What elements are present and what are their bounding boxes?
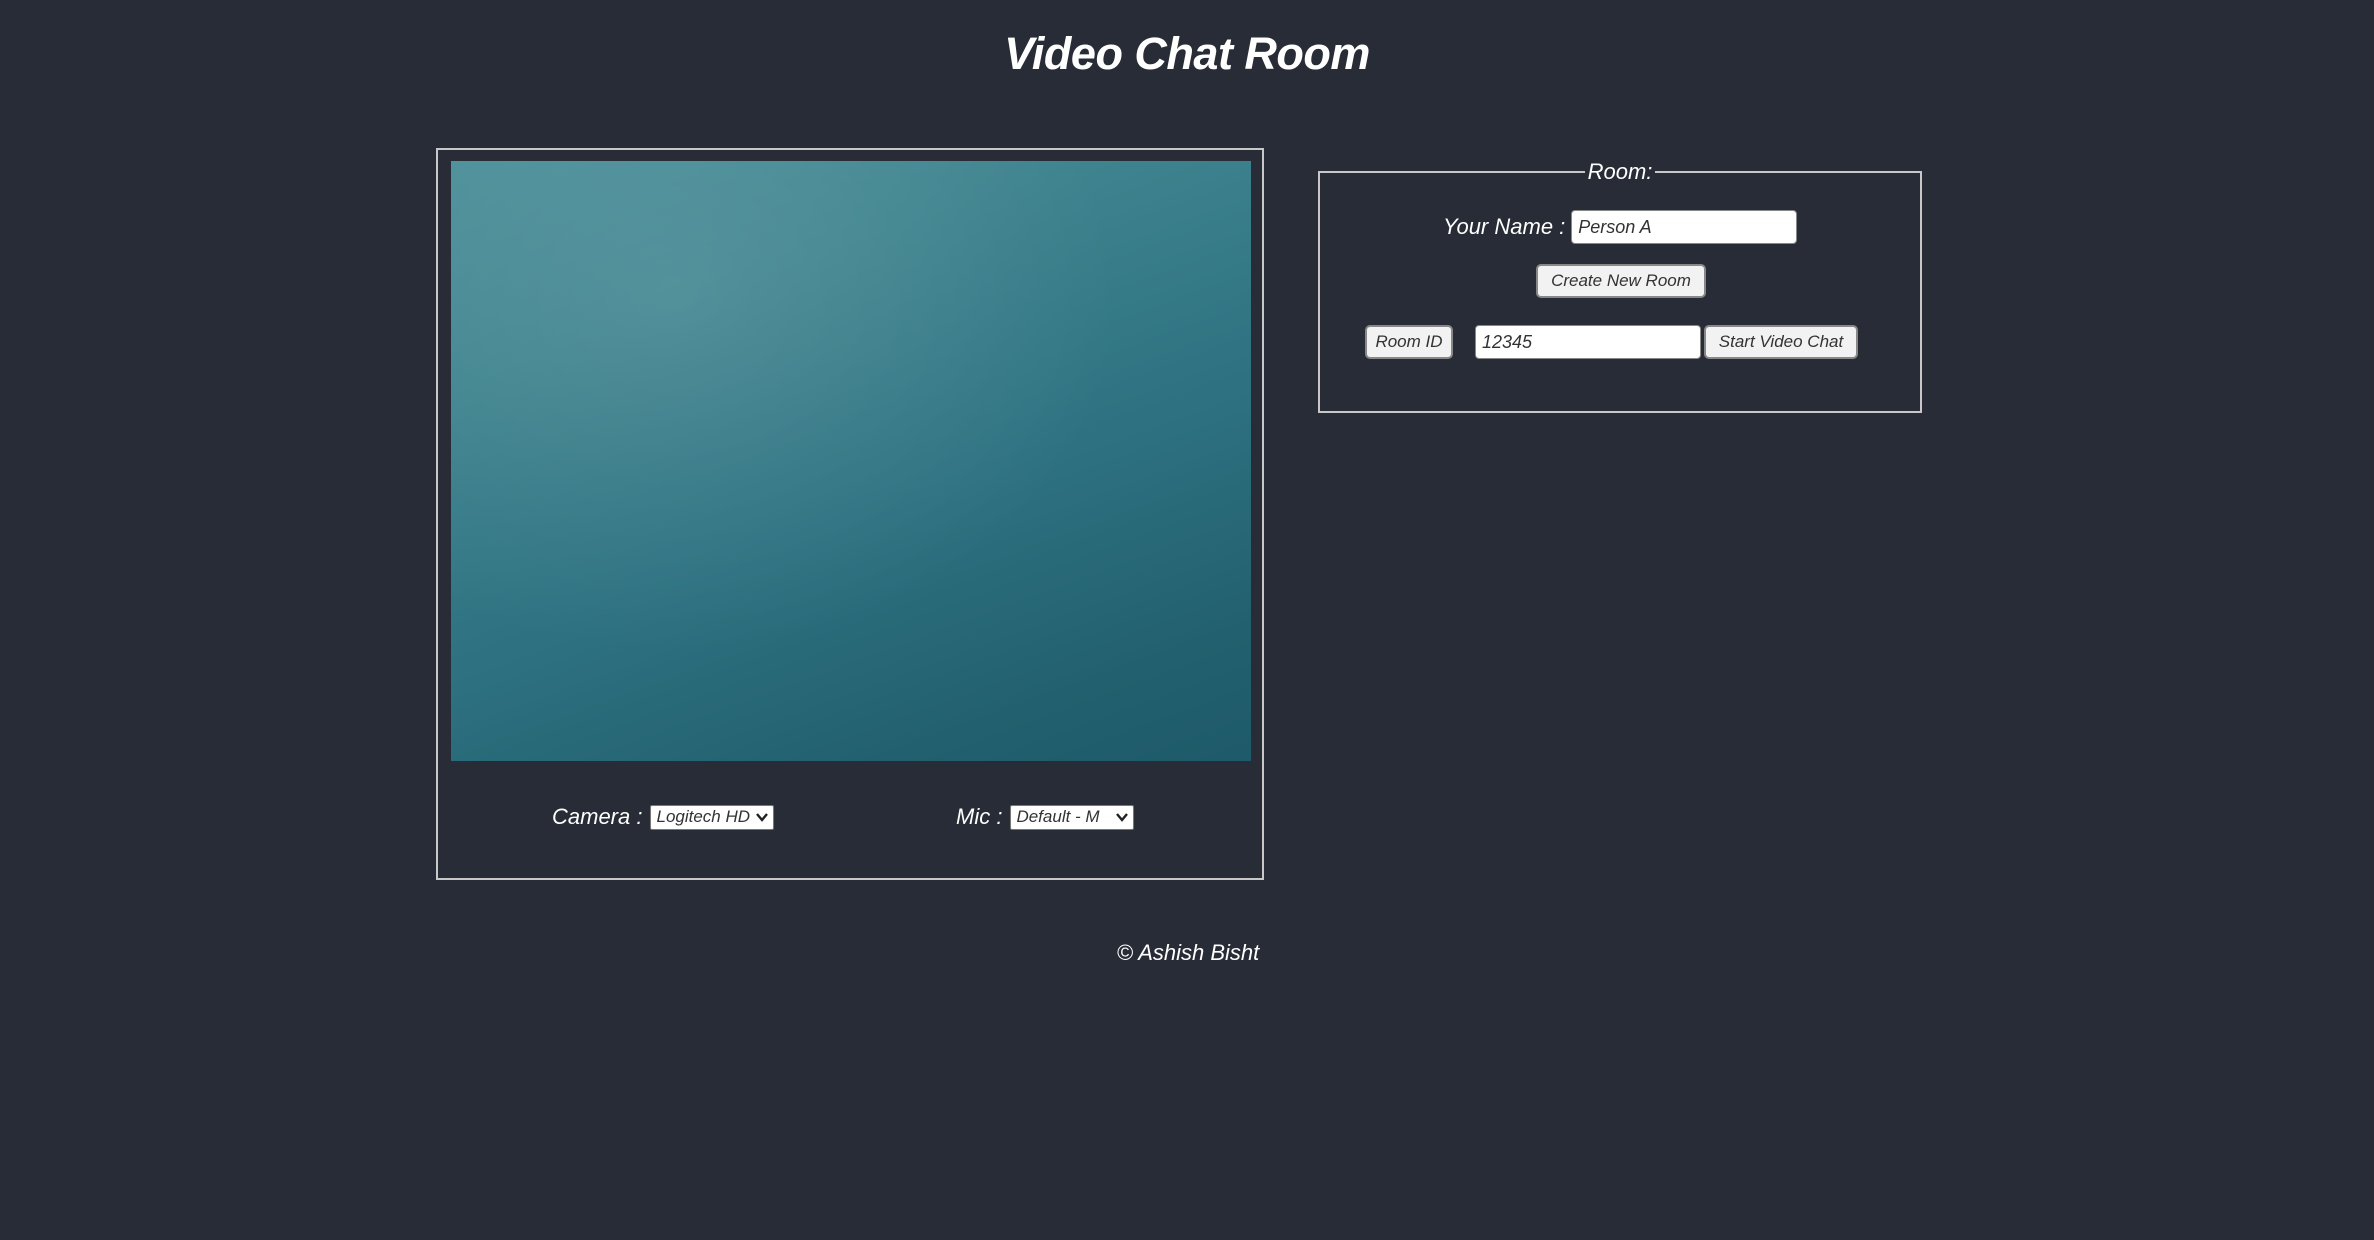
- room-panel: Room: Your Name : Person A Create New Ro…: [1318, 159, 1922, 413]
- name-label: Your Name :: [1443, 214, 1566, 239]
- footer-copyright: © Ashish Bisht: [1116, 940, 1260, 965]
- video-feed: [451, 161, 1251, 761]
- mic-row: Mic : Default - M: [956, 804, 1135, 830]
- room-legend: Room:: [1320, 159, 1920, 185]
- mic-select-value: Default - M: [1016, 807, 1100, 826]
- name-row: Your Name : Person A: [1443, 210, 1798, 244]
- camera-select-value: Logitech HD: [656, 807, 751, 826]
- room-id-button[interactable]: Room ID: [1365, 325, 1453, 359]
- room-legend-text: Room:: [1584, 159, 1656, 184]
- mic-label: Mic :: [956, 804, 1003, 829]
- camera-row: Camera : Logitech HD: [552, 804, 775, 830]
- page: Video Chat Room Camera : Logitech HD Mic…: [0, 0, 2374, 1240]
- room-id-input[interactable]: 12345: [1475, 325, 1701, 359]
- start-video-chat-button[interactable]: Start Video Chat: [1704, 325, 1858, 359]
- camera-label: Camera :: [552, 804, 643, 829]
- create-room-button[interactable]: Create New Room: [1536, 264, 1706, 298]
- camera-select[interactable]: Logitech HD: [650, 804, 775, 830]
- video-panel: Camera : Logitech HD Mic : Default - M: [436, 148, 1264, 880]
- page-title: Video Chat Room: [1004, 28, 1370, 79]
- mic-select[interactable]: Default - M: [1010, 804, 1135, 830]
- chevron-down-icon: [756, 813, 769, 822]
- chevron-down-icon: [1116, 813, 1129, 822]
- name-input[interactable]: Person A: [1571, 210, 1798, 244]
- room-id-row: Room ID 12345 Start Video Chat: [1365, 325, 1858, 359]
